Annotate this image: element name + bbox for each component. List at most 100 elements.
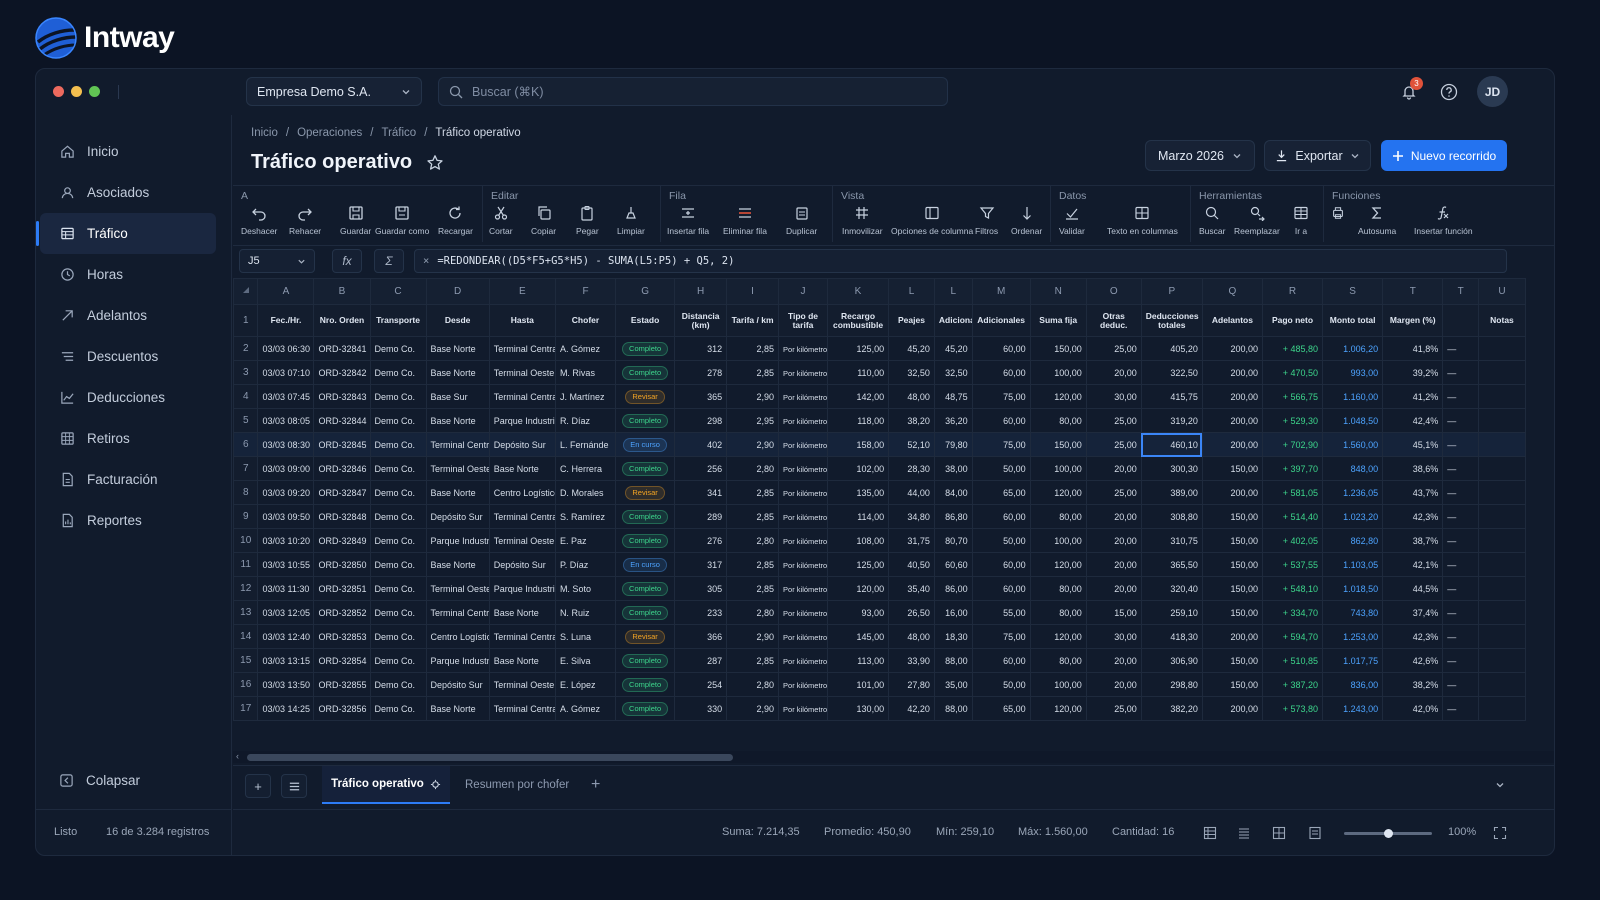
table-cell[interactable]: Parque Industrial [488,576,556,601]
table-cell[interactable]: + 514,40 [1261,504,1324,529]
table-cell[interactable]: En curso [615,552,676,577]
table-cell[interactable]: Por kilómetro [778,336,828,361]
table-cell[interactable]: E. Silva [554,648,617,673]
column-header[interactable]: Adicionas [933,304,973,337]
table-cell[interactable]: 25,00 [1085,480,1142,505]
table-cell[interactable]: 150,00 [1201,552,1263,577]
table-cell[interactable]: 03/03 13:15 [257,648,315,673]
table-cell[interactable]: 200,00 [1201,624,1263,649]
sidebar-item-reportes[interactable]: Reportes [36,500,232,541]
table-cell[interactable]: Revisar [615,480,676,505]
table-cell[interactable]: 1.006,20 [1322,336,1384,361]
table-cell[interactable]: Base Norte [425,552,490,577]
table-cell[interactable]: 65,00 [971,480,1031,505]
table-cell[interactable]: D. Morales [554,480,617,505]
table-cell[interactable]: 84,00 [933,480,973,505]
sidebar-item-descuentos[interactable]: Descuentos [36,336,232,377]
insert-function-button[interactable]: Insertar función [1414,204,1473,236]
column-letter[interactable]: P [1140,278,1203,305]
table-cell[interactable] [1477,696,1527,721]
table-cell[interactable]: Por kilómetro [778,552,828,577]
table-cell[interactable]: 50,00 [971,456,1031,481]
table-cell[interactable] [1477,624,1527,649]
column-header[interactable]: Adicionales [971,304,1031,337]
table-cell[interactable]: + 402,05 [1261,528,1324,553]
table-cell[interactable]: 125,00 [826,336,890,361]
table-cell[interactable]: 50,00 [971,672,1031,697]
formula-input[interactable]: × =REDONDEAR((D5*F5+G5*H5) - SUMA(L5:P5)… [414,249,1507,273]
table-cell[interactable]: + 594,70 [1261,624,1324,649]
table-cell[interactable]: 30,00 [1085,624,1142,649]
table-cell[interactable] [1477,504,1527,529]
table-cell[interactable] [1477,528,1527,553]
table-cell[interactable]: 03/03 12:05 [257,600,315,625]
table-cell[interactable]: 2,85 [726,360,780,385]
table-cell[interactable]: 2,90 [726,384,780,409]
table-cell[interactable]: 48,75 [933,384,973,409]
select-all-icon[interactable] [242,286,250,294]
table-cell[interactable]: 44,5% [1382,576,1444,601]
table-cell[interactable]: Completo [615,696,676,721]
table-cell[interactable]: Demo Co. [369,696,427,721]
table-cell[interactable]: — [1442,336,1479,361]
table-cell[interactable]: 405,20 [1140,336,1203,361]
table-cell[interactable]: 120,00 [1029,624,1087,649]
column-header[interactable]: Estado [615,304,676,337]
table-cell[interactable] [1477,432,1527,457]
table-cell[interactable]: 26,50 [888,600,935,625]
column-letter[interactable]: E [488,278,556,305]
table-cell[interactable]: 365 [674,384,728,409]
table-cell[interactable]: 15,00 [1085,600,1142,625]
normal-view-button[interactable] [1202,825,1218,841]
table-cell[interactable]: + 334,70 [1261,600,1324,625]
table-cell[interactable]: + 548,10 [1261,576,1324,601]
table-cell[interactable]: Completo [615,672,676,697]
column-header[interactable]: Transporte [369,304,427,337]
table-cell[interactable]: A. Gómez [554,336,617,361]
table-cell[interactable]: Terminal Oeste [425,456,490,481]
table-cell[interactable]: 120,00 [1029,384,1087,409]
function-button[interactable]: fx [332,249,362,273]
table-cell[interactable]: 298,80 [1140,672,1203,697]
table-cell[interactable]: Por kilómetro [778,528,828,553]
table-cell[interactable]: 37,4% [1382,600,1444,625]
column-header[interactable]: Desde [425,304,490,337]
notifications-button[interactable]: 3 [1398,77,1423,103]
sidebar-item-deducciones[interactable]: Deducciones [36,377,232,418]
table-cell[interactable]: 48,00 [888,624,935,649]
table-cell[interactable]: 2,85 [726,480,780,505]
table-cell[interactable] [1477,600,1527,625]
table-cell[interactable]: — [1442,648,1479,673]
table-cell[interactable]: 118,00 [826,408,890,433]
table-cell[interactable]: 45,20 [888,336,935,361]
table-cell[interactable]: 03/03 14:25 [257,696,315,721]
table-cell[interactable]: — [1442,480,1479,505]
table-cell[interactable]: S. Ramírez [554,504,617,529]
table-cell[interactable]: 41,2% [1382,384,1444,409]
table-cell[interactable]: Base Norte [488,456,556,481]
table-cell[interactable]: ORD-32843 [313,384,371,409]
column-header[interactable]: Notas [1477,304,1527,337]
table-cell[interactable]: Demo Co. [369,624,427,649]
table-cell[interactable]: 113,00 [826,648,890,673]
table-cell[interactable]: 20,00 [1085,360,1142,385]
table-cell[interactable]: — [1442,528,1479,553]
table-cell[interactable]: 200,00 [1201,480,1263,505]
table-cell[interactable]: 03/03 07:45 [257,384,315,409]
table-cell[interactable]: 65,00 [971,696,1031,721]
table-cell[interactable]: 36,20 [933,408,973,433]
table-cell[interactable]: 278 [674,360,728,385]
cancel-formula-icon[interactable]: × [423,255,429,267]
minimize-window-button[interactable] [71,86,82,97]
table-cell[interactable]: 03/03 06:30 [257,336,315,361]
table-cell[interactable]: 80,00 [1029,504,1087,529]
table-cell[interactable]: Demo Co. [369,432,427,457]
table-cell[interactable]: 38,00 [933,456,973,481]
autosum-button[interactable]: Autosuma [1358,204,1396,236]
save-as-button[interactable]: Guardar como [375,204,429,236]
column-header[interactable]: Margen (%) [1382,304,1444,337]
table-cell[interactable]: 2,80 [726,600,780,625]
table-cell[interactable]: Demo Co. [369,360,427,385]
row-number[interactable]: 15 [233,648,259,673]
table-cell[interactable]: A. Gómez [554,696,617,721]
